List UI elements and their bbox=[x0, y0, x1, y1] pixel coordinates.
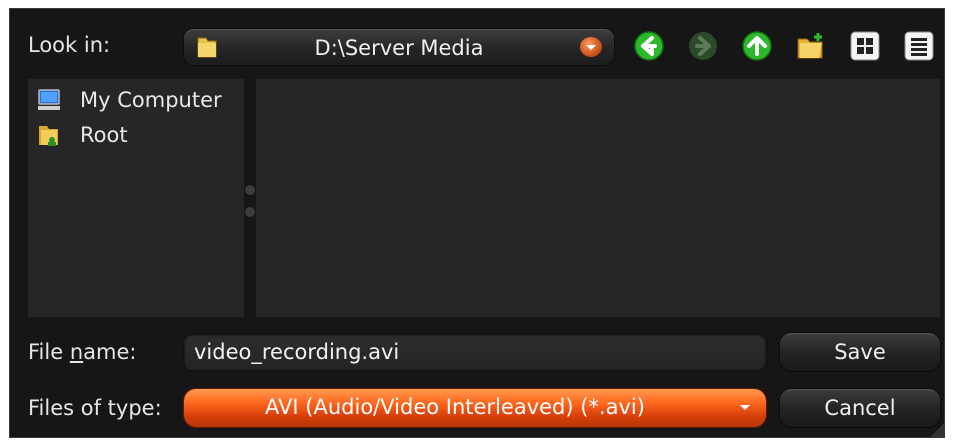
sidebar-pane[interactable]: My Computer Root bbox=[28, 79, 244, 317]
forward-icon[interactable] bbox=[686, 29, 720, 63]
cancel-button[interactable]: Cancel bbox=[780, 389, 940, 427]
splitter-handle[interactable] bbox=[245, 185, 255, 195]
save-button[interactable]: Save bbox=[780, 333, 940, 371]
up-folder-icon[interactable] bbox=[740, 29, 774, 63]
file-save-dialog: Look in: D:\Server Media My Computer Roo… bbox=[9, 8, 945, 438]
splitter-handle[interactable] bbox=[245, 207, 255, 217]
detail-view-icon[interactable] bbox=[902, 29, 936, 63]
file-type-value: AVI (Audio/Video Interleaved) (*.avi) bbox=[265, 395, 645, 419]
back-icon[interactable] bbox=[632, 29, 666, 63]
look-in-path: D:\Server Media bbox=[314, 36, 484, 60]
sidebar-item-label: My Computer bbox=[80, 88, 222, 112]
new-folder-icon[interactable] bbox=[794, 29, 828, 63]
resize-grip[interactable] bbox=[930, 423, 944, 437]
chevron-down-icon bbox=[740, 405, 750, 410]
file-list-pane[interactable] bbox=[256, 79, 940, 317]
look-in-label: Look in: bbox=[28, 33, 111, 57]
file-name-input[interactable]: video_recording.avi bbox=[184, 334, 766, 370]
list-view-icon[interactable] bbox=[848, 29, 882, 63]
look-in-combo[interactable]: D:\Server Media bbox=[184, 29, 614, 65]
computer-icon bbox=[38, 89, 60, 110]
file-type-select[interactable]: AVI (Audio/Video Interleaved) (*.avi) bbox=[184, 389, 766, 427]
chevron-down-icon[interactable] bbox=[580, 37, 602, 57]
folder-user-icon bbox=[39, 126, 58, 146]
file-type-label: Files of type: bbox=[28, 396, 162, 420]
sidebar-item-label: Root bbox=[80, 123, 128, 147]
file-name-label: File name: bbox=[28, 340, 137, 364]
file-name-value: video_recording.avi bbox=[194, 340, 400, 364]
